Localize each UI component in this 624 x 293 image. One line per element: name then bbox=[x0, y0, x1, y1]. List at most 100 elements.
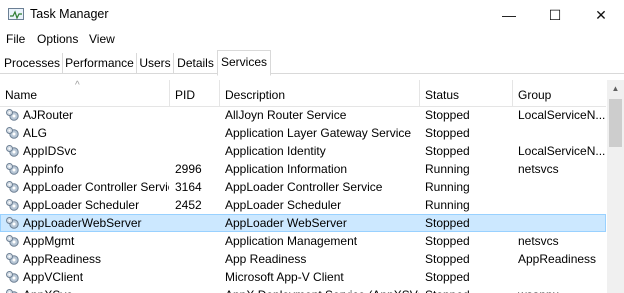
cell-name: AppXSvc bbox=[23, 286, 169, 293]
gear-icon bbox=[6, 181, 19, 193]
cell-group bbox=[518, 124, 606, 142]
cell-name: AppLoader Controller Service bbox=[23, 180, 169, 194]
cell-description: AppLoader Controller Service bbox=[225, 180, 383, 194]
cell-pid bbox=[175, 286, 219, 293]
column-status[interactable]: Status bbox=[420, 80, 513, 106]
table-row[interactable]: AppXSvc AppX Deployment Service (AppXSVC)… bbox=[0, 286, 606, 293]
tab-divider bbox=[0, 73, 624, 74]
tab-services[interactable]: Services bbox=[217, 50, 271, 76]
table-row[interactable]: AJRouter AllJoyn Router Service Stopped Loc… bbox=[0, 106, 606, 124]
cell-description: AllJoyn Router Service bbox=[225, 108, 347, 122]
table-row[interactable]: AppLoader Scheduler 2452 AppLoader Schedul… bbox=[0, 196, 606, 214]
cell-pid bbox=[175, 232, 219, 250]
cell-description: Microsoft App-V Client bbox=[225, 270, 344, 284]
cell-status: Running bbox=[425, 162, 470, 176]
task-manager-icon bbox=[8, 8, 24, 20]
table-row[interactable]: AppLoader Controller Service 3164 AppLoade… bbox=[0, 178, 606, 196]
cell-status: Stopped bbox=[425, 286, 513, 293]
menu-options[interactable]: Options bbox=[37, 32, 78, 46]
cell-group: AppReadiness bbox=[518, 252, 597, 266]
table-row[interactable]: AppVClient Microsoft App-V Client Stopped bbox=[0, 268, 606, 286]
gear-icon bbox=[6, 163, 19, 175]
tab-users[interactable]: Users bbox=[137, 53, 174, 73]
cell-pid: 2452 bbox=[175, 198, 202, 212]
table-row[interactable]: AppMgmt Application Management Stopped nets… bbox=[0, 232, 606, 250]
cell-description: Application Information bbox=[225, 162, 348, 176]
cell-name: ALG bbox=[23, 126, 48, 140]
column-pid[interactable]: PID bbox=[170, 80, 220, 106]
table-row[interactable]: AppIDSvc Application Identity Stopped Local… bbox=[0, 142, 606, 160]
menu-view[interactable]: View bbox=[89, 32, 115, 46]
cell-name: Appinfo bbox=[23, 162, 64, 176]
cell-group bbox=[518, 196, 606, 214]
cell-status: Stopped bbox=[425, 270, 470, 284]
gear-icon bbox=[6, 145, 19, 157]
cell-group: wsappx bbox=[518, 286, 606, 293]
tab-strip: Processes Performance Users Details Serv… bbox=[0, 50, 624, 76]
cell-description: Application Management bbox=[225, 234, 358, 248]
column-group[interactable]: Group bbox=[513, 80, 606, 106]
cell-name: AppIDSvc bbox=[23, 144, 77, 158]
gear-icon bbox=[6, 271, 19, 283]
column-header: Name PID Description Status Group bbox=[0, 80, 606, 107]
table-row[interactable]: Appinfo 2996 Application Information Runnin… bbox=[0, 160, 606, 178]
maximize-button[interactable]: ☐ bbox=[532, 0, 578, 30]
cell-group: LocalServiceN... bbox=[518, 144, 606, 158]
vertical-scrollbar[interactable]: ▲ bbox=[607, 80, 624, 293]
cell-group bbox=[518, 214, 606, 232]
table-row[interactable]: ALG Application Layer Gateway Service Stop… bbox=[0, 124, 606, 142]
cell-status: Running bbox=[425, 198, 470, 212]
gear-icon bbox=[6, 127, 19, 139]
cell-name: AppLoaderWebServer bbox=[23, 216, 142, 230]
scroll-up-arrow-icon[interactable]: ▲ bbox=[607, 80, 624, 97]
cell-pid: 3164 bbox=[175, 180, 202, 194]
cell-name: AppMgmt bbox=[23, 234, 75, 248]
cell-status: Stopped bbox=[425, 216, 470, 230]
cell-group bbox=[518, 178, 606, 196]
cell-status: Stopped bbox=[425, 234, 470, 248]
cell-description: AppX Deployment Service (AppXSVC) bbox=[225, 286, 419, 293]
menu-file[interactable]: File bbox=[6, 32, 25, 46]
cell-name: AppReadiness bbox=[23, 252, 102, 266]
cell-name: AppLoader Scheduler bbox=[23, 198, 140, 212]
cell-description: AppLoader WebServer bbox=[225, 216, 347, 230]
cell-description: App Readiness bbox=[225, 252, 307, 266]
services-list: AJRouter AllJoyn Router Service Stopped Loc… bbox=[0, 106, 606, 293]
cell-description: Application Layer Gateway Service bbox=[225, 126, 412, 140]
column-name[interactable]: Name bbox=[0, 80, 170, 106]
cell-pid bbox=[175, 268, 219, 286]
table-row[interactable]: AppLoaderWebServer AppLoader WebServer Sto… bbox=[0, 214, 606, 232]
column-description[interactable]: Description bbox=[220, 80, 420, 106]
gear-icon bbox=[6, 109, 19, 121]
scrollbar-thumb[interactable] bbox=[609, 99, 622, 147]
cell-group: LocalServiceN... bbox=[518, 108, 606, 122]
title-bar: Task Manager — ☐ ✕ bbox=[0, 0, 624, 30]
cell-name: AJRouter bbox=[23, 108, 74, 122]
cell-pid bbox=[175, 250, 219, 268]
minimize-button[interactable]: — bbox=[486, 0, 532, 30]
cell-pid bbox=[175, 124, 219, 142]
cell-group: netsvcs bbox=[518, 162, 559, 176]
menu-bar: File Options View bbox=[0, 30, 624, 50]
window-title: Task Manager bbox=[30, 7, 109, 21]
cell-pid bbox=[175, 142, 219, 160]
table-row[interactable]: AppReadiness App Readiness Stopped AppReadi… bbox=[0, 250, 606, 268]
gear-icon bbox=[6, 199, 19, 211]
cell-description: Application Identity bbox=[225, 144, 326, 158]
tab-details[interactable]: Details bbox=[174, 53, 218, 73]
cell-status: Stopped bbox=[425, 252, 470, 266]
cell-status: Stopped bbox=[425, 126, 470, 140]
cell-group: netsvcs bbox=[518, 234, 559, 248]
close-button[interactable]: ✕ bbox=[578, 0, 624, 30]
cell-description: AppLoader Scheduler bbox=[225, 198, 342, 212]
tab-processes[interactable]: Processes bbox=[2, 53, 63, 73]
gear-icon bbox=[6, 217, 19, 229]
cell-status: Running bbox=[425, 180, 470, 194]
cell-pid bbox=[175, 106, 219, 124]
tab-performance[interactable]: Performance bbox=[63, 53, 137, 73]
gear-icon bbox=[6, 235, 19, 247]
cell-status: Stopped bbox=[425, 108, 470, 122]
gear-icon bbox=[6, 289, 18, 293]
gear-icon bbox=[6, 253, 19, 265]
cell-pid bbox=[175, 214, 219, 232]
